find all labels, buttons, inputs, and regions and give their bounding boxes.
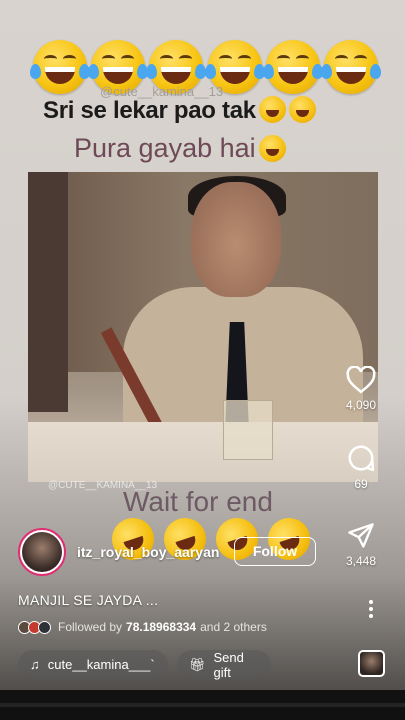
followed-by-suffix: and 2 others	[200, 620, 267, 634]
reel-author-row: itz_royal_boy_aaryan	[18, 528, 219, 576]
followed-by-name: 78.18968334	[126, 620, 197, 634]
overlay-subline: Pura gayab hai	[74, 133, 286, 164]
video-scene-face	[191, 182, 281, 297]
follower-avatar	[38, 620, 51, 634]
follower-avatars	[18, 620, 51, 634]
send-gift-label: Send gift	[213, 649, 244, 680]
audio-album-thumbnail[interactable]	[358, 650, 385, 677]
subline-text: Pura gayab hai	[74, 133, 256, 163]
laughing-emoji-icon	[258, 135, 286, 162]
share-icon	[348, 523, 374, 548]
video-scene-column	[28, 172, 68, 412]
like-count: 4,090	[345, 398, 377, 412]
more-icon[interactable]	[368, 600, 374, 621]
laughing-emoji-icon	[320, 40, 381, 94]
share-count: 3,448	[345, 554, 377, 568]
video-frame[interactable]	[28, 172, 378, 482]
reel-caption[interactable]: MANJIL SE JAYDA ...	[18, 592, 158, 608]
overlay-headline: Sri se lekar pao tak	[43, 96, 316, 125]
nav-gesture-handle[interactable]	[0, 703, 405, 707]
audio-label: cute__kamina___`	[47, 657, 155, 672]
video-scene-glass	[223, 400, 273, 460]
laughing-emoji-icon	[262, 40, 323, 94]
avatar[interactable]	[18, 528, 66, 576]
comment-button[interactable]: 69	[331, 443, 391, 491]
like-button[interactable]: 4,090	[331, 366, 391, 412]
rolling-laugh-emoji-icon	[258, 96, 286, 123]
comment-icon	[348, 445, 375, 472]
audio-button[interactable]: ♫ cute__kamina___`	[18, 650, 168, 679]
followed-by-prefix: Followed by	[58, 620, 123, 634]
wait-for-end-text: Wait for end	[123, 486, 273, 517]
laughing-emoji-icon	[30, 40, 90, 94]
rolling-laugh-emoji-icon	[288, 96, 316, 123]
video-scene-table	[28, 422, 378, 482]
gift-icon: 🎁︎	[189, 656, 206, 672]
headline-text: Sri se lekar pao tak	[43, 97, 256, 124]
heart-icon	[346, 366, 376, 394]
send-gift-button[interactable]: 🎁︎ Send gift	[177, 649, 271, 680]
follow-button[interactable]: Follow	[234, 537, 316, 566]
comment-count: 69	[354, 477, 368, 491]
username-link[interactable]: itz_royal_boy_aaryan	[77, 544, 219, 560]
music-note-icon: ♫	[30, 657, 40, 672]
share-button[interactable]: 3,448	[331, 522, 391, 568]
followed-by-row[interactable]: Followed by 78.18968334 and 2 others	[18, 620, 267, 634]
